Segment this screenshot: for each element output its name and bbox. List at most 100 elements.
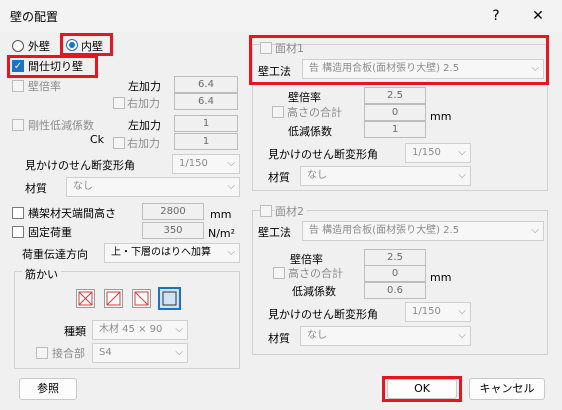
cancel-button[interactable]: キャンセル [469, 378, 545, 400]
ck-right-input[interactable]: 1 [174, 133, 238, 150]
right-force-checkbox[interactable] [113, 97, 125, 109]
ck-right-checkbox[interactable] [113, 137, 125, 149]
panel2-label: 面材2 [275, 203, 307, 219]
frame-height-label: 横架材天端間高さ [28, 207, 116, 220]
help-button[interactable]: ? [478, 4, 514, 28]
panel1-material-label: 材質 [268, 171, 290, 184]
panel2-multiplier-input[interactable]: 2.5 [364, 249, 426, 266]
chevron-down-icon: ⌵ [175, 347, 183, 358]
panel1-material-select[interactable]: なし ⌵ [300, 166, 471, 186]
left-force-label: 左加力 [128, 80, 161, 93]
panel1-material-value: なし [307, 170, 327, 181]
shear-value: 1/150 [179, 158, 208, 169]
panel1-shear-value: 1/150 [412, 147, 441, 158]
panel1-label: 面材1 [275, 42, 304, 55]
fixed-load-input[interactable]: 350 [142, 222, 204, 239]
multiplier-checkbox[interactable] [12, 80, 24, 92]
partition-label: 間仕切り壁 [28, 60, 83, 73]
shear-label: 見かけのせん断変形角 [25, 159, 135, 172]
joint-select[interactable]: S4 ⌵ [92, 343, 188, 363]
load-transfer-select[interactable]: 上・下層のはりへ加算 ⌵ [104, 243, 240, 263]
load-transfer-value: 上・下層のはりへ加算 [111, 247, 211, 258]
panel2-method-label: 壁工法 [258, 226, 291, 239]
outer-wall-radio[interactable] [12, 40, 24, 52]
fixed-load-unit: N/m² [208, 227, 236, 240]
panel2-reduction-label: 低減係数 [292, 285, 336, 298]
joint-checkbox[interactable] [36, 347, 48, 359]
chevron-down-icon: ⌵ [458, 330, 466, 341]
chevron-down-icon: ⌵ [227, 247, 235, 258]
close-button[interactable]: ✕ [520, 4, 556, 28]
load-transfer-label: 荷重伝達方向 [22, 248, 88, 261]
panel1-multiplier-input[interactable]: 2.5 [364, 87, 426, 104]
window-title: 壁の配置 [10, 10, 59, 24]
panel2-reduction-input[interactable]: 0.6 [364, 282, 426, 299]
inner-wall-radio[interactable] [66, 39, 78, 51]
shear-select[interactable]: 1/150 ⌵ [172, 154, 240, 174]
panel1-method-value: 告 構造用合板(面材張り大壁) 2.5 [309, 63, 460, 74]
panel1-checkbox[interactable] [260, 42, 272, 54]
ck-left-input[interactable]: 1 [174, 115, 238, 132]
outer-wall-label: 外壁 [28, 40, 50, 53]
brace-left-icon[interactable] [132, 289, 151, 308]
panel1-reduction-input[interactable]: 1 [364, 121, 426, 138]
chevron-down-icon: ⌵ [458, 147, 466, 158]
ck-label: Ck [90, 133, 105, 146]
brace-type-select[interactable]: 木材 45 × 90 ⌵ [92, 320, 188, 340]
material-label: 材質 [25, 182, 47, 195]
joint-value: S4 [99, 347, 112, 358]
chevron-down-icon: ⌵ [227, 158, 235, 169]
inner-wall-label: 内壁 [81, 40, 103, 53]
panel1-height-label: 高さの合計 [287, 106, 342, 119]
stiffness-checkbox[interactable] [12, 119, 24, 131]
panel2-method-select[interactable]: 告 構造用合板(面材張り大壁) 2.5 ⌵ [302, 221, 544, 241]
panel1-method-label: 壁工法 [258, 65, 291, 78]
panel2-material-label: 材質 [268, 332, 290, 345]
chevron-down-icon: ⌵ [531, 225, 539, 236]
material-select[interactable]: なし ⌵ [66, 177, 240, 197]
fixed-load-checkbox[interactable] [12, 226, 24, 238]
panel2-height-unit: mm [430, 271, 452, 284]
fixed-load-label: 固定荷重 [28, 226, 72, 239]
chevron-down-icon: ⌵ [458, 170, 466, 181]
ck-left-label: 左加力 [128, 119, 161, 132]
chevron-down-icon: ⌵ [531, 63, 539, 74]
panel2-height-checkbox[interactable] [273, 267, 285, 279]
panel1-height-checkbox[interactable] [272, 106, 284, 118]
panel1-shear-select[interactable]: 1/150 ⌵ [405, 143, 471, 163]
brace-double-icon[interactable] [76, 289, 95, 308]
frame-height-checkbox[interactable] [12, 207, 24, 219]
left-force-input[interactable]: 6.4 [174, 76, 238, 93]
brace-type-value: 木材 45 × 90 [99, 324, 163, 335]
panel1-height-unit: mm [430, 110, 452, 123]
browse-button[interactable]: 参照 [19, 378, 77, 400]
panel2-height-label: 高さの合計 [288, 267, 343, 280]
stiffness-label: 剛性低減係数 [28, 119, 94, 132]
chevron-down-icon: ⌵ [227, 181, 235, 192]
panel1-multiplier-label: 壁倍率 [288, 91, 321, 104]
frame-height-input[interactable]: 2800 [142, 203, 204, 220]
material-value: なし [73, 181, 93, 192]
joint-label: 接合部 [52, 347, 85, 360]
chevron-down-icon: ⌵ [458, 306, 466, 317]
panel2-checkbox[interactable] [260, 205, 272, 217]
brace-right-icon[interactable] [104, 289, 123, 308]
ok-button[interactable]: OK [387, 379, 457, 399]
ck-right-label: 右加力 [127, 137, 160, 150]
panel2-shear-label: 見かけのせん断変形角 [268, 308, 378, 321]
brace-none-icon[interactable] [158, 287, 181, 310]
panel2-material-value: なし [307, 330, 327, 341]
brace-group-label: 筋かい [22, 266, 61, 282]
partition-checkbox[interactable]: ✓ [12, 60, 24, 72]
brace-type-label: 種類 [64, 325, 86, 338]
panel2-height-input[interactable]: 0 [364, 265, 426, 282]
panel2-shear-select[interactable]: 1/150 ⌵ [405, 302, 471, 322]
right-force-input[interactable]: 6.4 [174, 93, 238, 110]
chevron-down-icon: ⌵ [175, 324, 183, 335]
panel2-material-select[interactable]: なし ⌵ [300, 326, 471, 346]
panel1-height-input[interactable]: 0 [364, 104, 426, 121]
panel1-method-select[interactable]: 告 構造用合板(面材張り大壁) 2.5 ⌵ [302, 59, 544, 79]
multiplier-label: 壁倍率 [28, 80, 61, 93]
panel2-shear-value: 1/150 [412, 306, 441, 317]
right-force-label: 右加力 [127, 97, 160, 110]
